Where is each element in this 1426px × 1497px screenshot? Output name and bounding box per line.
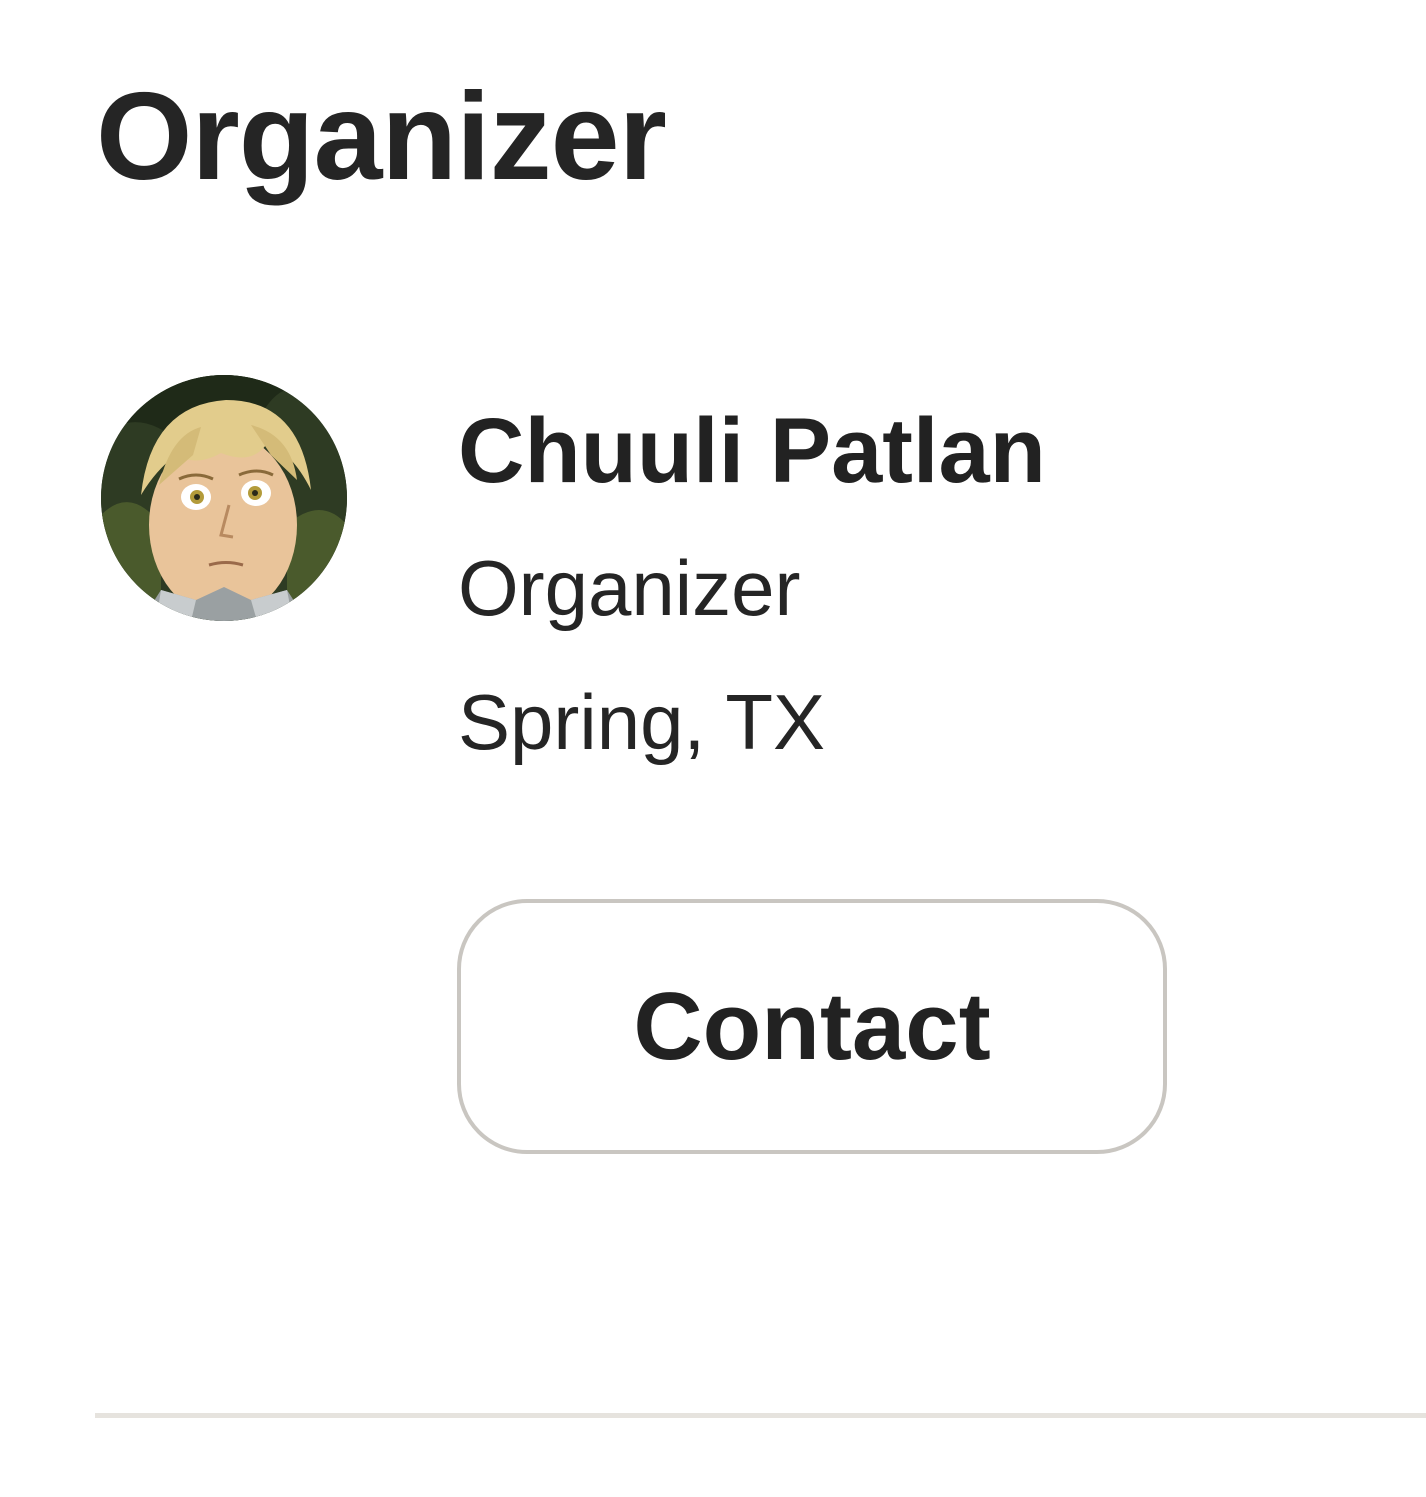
organizer-name[interactable]: Chuuli Patlan — [458, 396, 1046, 506]
section-divider — [95, 1413, 1426, 1418]
organizer-role: Organizer — [458, 544, 801, 632]
avatar-image — [101, 375, 347, 621]
section-title: Organizer — [96, 68, 667, 206]
organizer-avatar[interactable] — [101, 375, 347, 621]
organizer-location: Spring, TX — [458, 678, 826, 766]
contact-button[interactable]: Contact — [457, 899, 1167, 1154]
